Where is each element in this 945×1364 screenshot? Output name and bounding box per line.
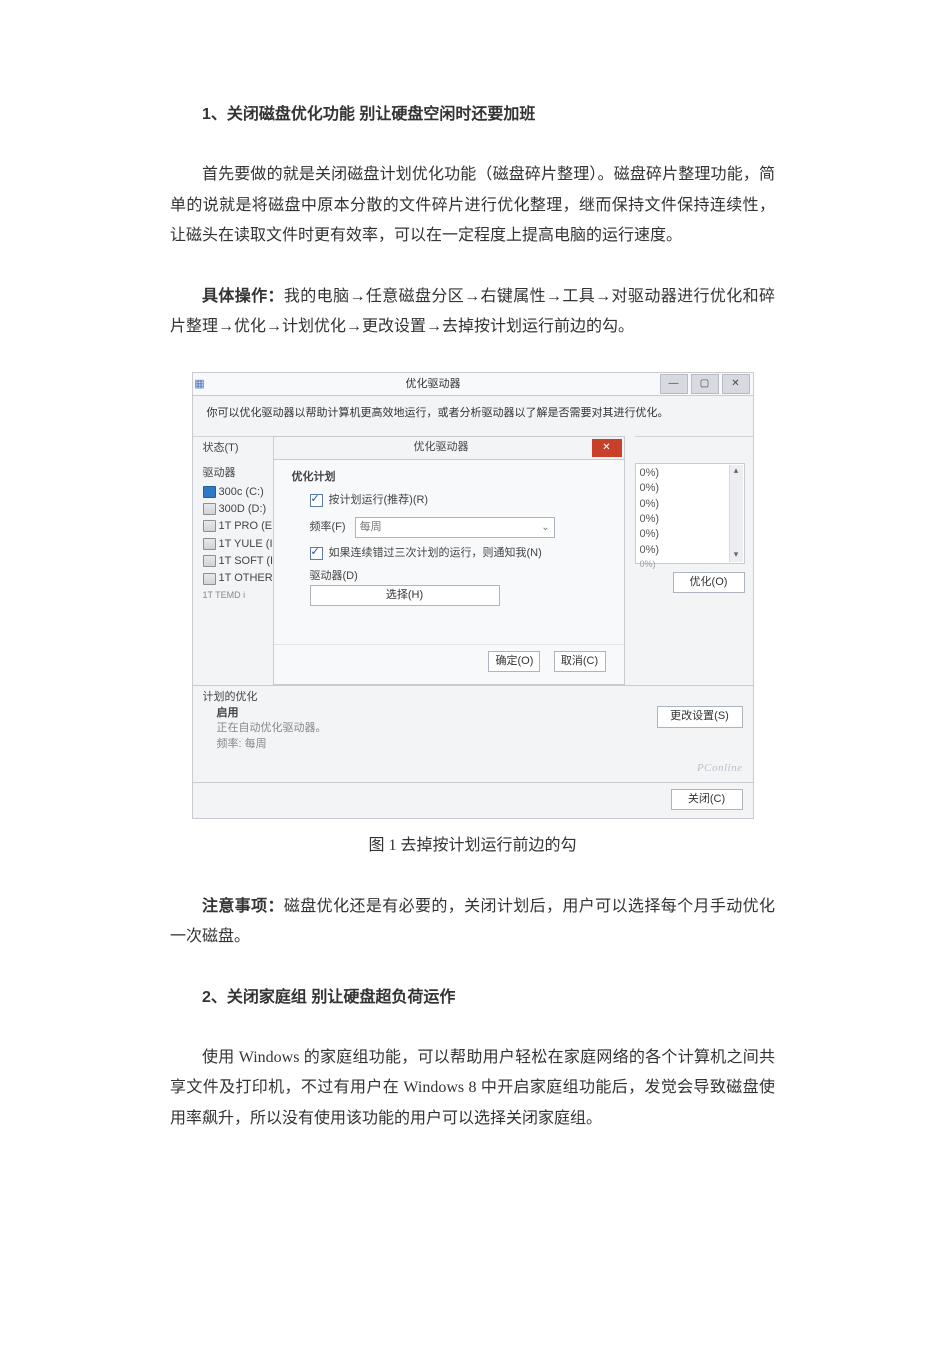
frequency-combobox[interactable]: 每周 ⌄ xyxy=(355,517,555,538)
window-body: 状态(T) 驱动器 300c (C:) 300D (D:) 1T PRO (E … xyxy=(193,436,753,686)
drive-item[interactable]: 300c (C:) xyxy=(203,484,273,501)
drive-icon xyxy=(203,503,216,515)
notify-checkbox[interactable] xyxy=(310,547,323,560)
scrollbar[interactable]: ▴ ▾ xyxy=(729,465,743,562)
frequency-label: 频率(F) xyxy=(310,521,346,533)
schedule-row: 按计划运行(推荐)(R) xyxy=(310,493,606,508)
fragmentation-list: 0%) 0%) 0%) 0%) 0%) 0%) 0%) ▴ ▾ xyxy=(635,463,745,564)
frequency-row: 频率(F) 每周 ⌄ xyxy=(310,517,606,538)
cancel-button[interactable]: 取消(C) xyxy=(554,651,606,672)
window-controls: — ▢ ✕ xyxy=(660,374,753,394)
run-on-schedule-checkbox[interactable] xyxy=(310,494,323,507)
main-window-title: 优化驱动器 xyxy=(207,377,660,392)
dialog-titlebar: 优化驱动器 ✕ xyxy=(274,437,624,460)
drives-row: 驱动器(D) 选择(H) xyxy=(310,569,606,606)
section1-heading: 1、关闭磁盘优化功能 别让硬盘空闲时还要加班 xyxy=(170,100,775,130)
scroll-up-icon[interactable]: ▴ xyxy=(730,465,743,477)
screenshot-window: ▦ 优化驱动器 — ▢ ✕ 你可以优化驱动器以帮助计算机更高效地运行，或者分析驱… xyxy=(192,372,754,819)
frag-value: 0%) xyxy=(640,527,740,542)
section1-note: 注意事项：磁盘优化还是有必要的，关闭计划后，用户可以选择每个月手动优化一次磁盘。 xyxy=(170,892,775,953)
scheduled-optimization-label: 计划的优化 xyxy=(203,690,657,705)
drives-header: 驱动器 xyxy=(203,466,273,483)
scroll-down-icon[interactable]: ▾ xyxy=(730,549,743,561)
section2-heading: 2、关闭家庭组 别让硬盘超负荷运作 xyxy=(170,983,775,1013)
drive-icon xyxy=(203,520,216,532)
dialog-title: 优化驱动器 xyxy=(374,440,592,455)
frag-value: 0%) xyxy=(640,558,740,571)
optimization-plan-label: 优化计划 xyxy=(292,470,606,485)
frag-value: 0%) xyxy=(640,497,740,512)
right-panel: 0%) 0%) 0%) 0%) 0%) 0%) 0%) ▴ ▾ xyxy=(635,436,753,686)
chevron-down-icon: ⌄ xyxy=(541,521,549,535)
dialog-body: 优化计划 按计划运行(推荐)(R) 频率(F) 每周 ⌄ 如果 xyxy=(274,460,624,622)
minimize-button[interactable]: — xyxy=(660,374,688,394)
state-label: 状态(T) xyxy=(203,441,273,466)
dialog-button-row: 确定(O) 取消(C) xyxy=(274,644,624,684)
drive-item[interactable]: 1T TEMD i xyxy=(203,588,273,603)
main-titlebar: ▦ 优化驱动器 — ▢ ✕ xyxy=(193,373,753,396)
plan-section: 计划的优化 启用 正在自动优化驱动器。 频率: 每周 更改设置(S) xyxy=(193,685,753,754)
dialog-close-button[interactable]: ✕ xyxy=(592,439,622,457)
enable-label: 启用 xyxy=(203,706,657,721)
figure1-caption: 图 1 去掉按计划运行前边的勾 xyxy=(170,831,775,861)
app-icon: ▦ xyxy=(193,377,207,392)
close-button[interactable]: ✕ xyxy=(722,374,750,394)
notify-label: 如果连续错过三次计划的运行，则通知我(N) xyxy=(329,547,542,559)
main-footer: PConline 关闭(C) xyxy=(193,782,753,818)
frag-value: 0%) xyxy=(640,466,740,481)
window-description: 你可以优化驱动器以帮助计算机更高效地运行，或者分析驱动器以了解是否需要对其进行优… xyxy=(193,396,753,435)
frequency-status-text: 频率: 每周 xyxy=(203,737,657,752)
maximize-button[interactable]: ▢ xyxy=(691,374,719,394)
main-close-button[interactable]: 关闭(C) xyxy=(671,789,743,810)
watermark-text: PConline xyxy=(697,761,743,776)
optimize-button[interactable]: 优化(O) xyxy=(673,572,745,593)
running-status-text: 正在自动优化驱动器。 xyxy=(203,721,657,736)
document-page: 1、关闭磁盘优化功能 别让硬盘空闲时还要加班 首先要做的就是关闭磁盘计划优化功能… xyxy=(0,0,945,1364)
drive-item[interactable]: 1T PRO (E xyxy=(203,518,273,535)
frag-value: 0%) xyxy=(640,512,740,527)
frag-value: 0%) xyxy=(640,481,740,496)
drive-icon xyxy=(203,573,216,585)
frag-value: 0%) xyxy=(640,543,740,558)
run-on-schedule-label: 按计划运行(推荐)(R) xyxy=(329,494,429,506)
notify-row: 如果连续错过三次计划的运行，则通知我(N) xyxy=(310,546,606,561)
drives-label: 驱动器(D) xyxy=(310,570,358,582)
drive-item[interactable]: 1T YULE (I xyxy=(203,536,273,553)
section1-para1: 首先要做的就是关闭磁盘计划优化功能（磁盘碎片整理）。磁盘碎片整理功能，简单的说就… xyxy=(170,160,775,251)
ok-button[interactable]: 确定(O) xyxy=(488,651,540,672)
drive-icon xyxy=(203,555,216,567)
section2-para1: 使用 Windows 的家庭组功能，可以帮助用户轻松在家庭网络的各个计算机之间共… xyxy=(170,1043,775,1134)
document-content: 1、关闭磁盘优化功能 别让硬盘空闲时还要加班 首先要做的就是关闭磁盘计划优化功能… xyxy=(170,100,775,1134)
drive-item[interactable]: 300D (D:) xyxy=(203,501,273,518)
drive-panel: 状态(T) 驱动器 300c (C:) 300D (D:) 1T PRO (E … xyxy=(193,436,273,686)
drive-icon xyxy=(203,486,216,498)
drive-icon xyxy=(203,538,216,550)
section1-operation: 具体操作：我的电脑→任意磁盘分区→右键属性→工具→对驱动器进行优化和碎片整理→优… xyxy=(170,282,775,343)
operation-label: 具体操作： xyxy=(202,288,284,305)
settings-dialog: 优化驱动器 ✕ 优化计划 按计划运行(推荐)(R) 频率(F) 每周 ⌄ xyxy=(273,436,625,686)
drive-item[interactable]: 1T OTHER xyxy=(203,570,273,587)
frequency-value: 每周 xyxy=(360,521,382,533)
select-drives-button[interactable]: 选择(H) xyxy=(310,585,500,606)
drive-item[interactable]: 1T SOFT (I xyxy=(203,553,273,570)
note-label: 注意事项： xyxy=(202,898,284,915)
change-settings-button[interactable]: 更改设置(S) xyxy=(657,706,743,727)
